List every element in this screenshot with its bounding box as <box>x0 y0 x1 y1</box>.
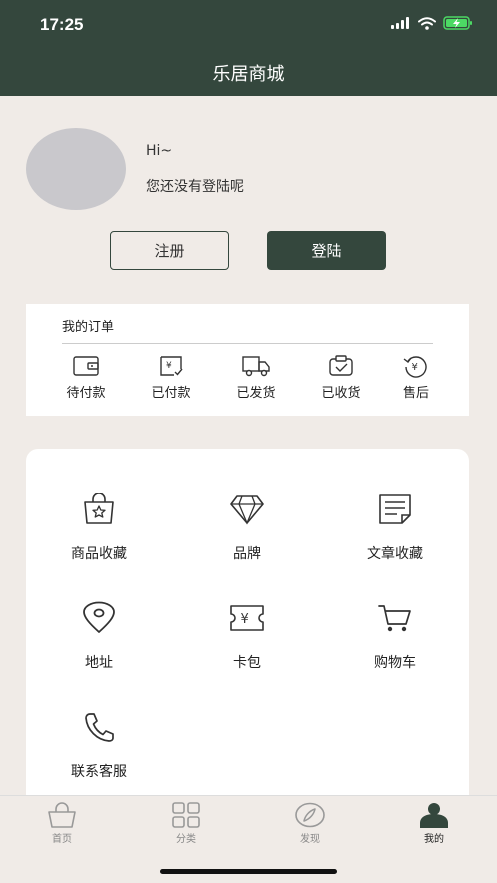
service-label: 购物车 <box>374 655 416 671</box>
status-time: 17:25 <box>40 15 84 34</box>
tab-label: 我的 <box>424 834 444 845</box>
register-button[interactable]: 注册 <box>110 231 229 270</box>
service-label: 品牌 <box>233 546 261 562</box>
discover-compass-icon <box>295 802 325 828</box>
location-icon <box>83 601 115 633</box>
service-product-favorites[interactable]: 商品收藏 <box>39 489 159 563</box>
service-article-favorites[interactable]: 文章收藏 <box>335 489 455 563</box>
service-brands[interactable]: 品牌 <box>187 489 307 563</box>
order-shipped[interactable]: 已发货 <box>221 354 291 401</box>
phone-icon <box>85 713 114 742</box>
order-received[interactable]: 已收货 <box>306 354 376 401</box>
tab-label: 发现 <box>300 834 320 845</box>
service-shopping-cart[interactable]: 购物车 <box>335 598 455 672</box>
article-icon <box>379 494 411 524</box>
wifi-icon <box>418 16 436 30</box>
refund-icon: ¥ <box>403 356 427 378</box>
avatar[interactable] <box>26 128 126 210</box>
order-pending-payment[interactable]: 待付款 <box>51 354 121 401</box>
tab-home[interactable]: 首页 <box>32 802 92 845</box>
orders-title: 我的订单 <box>62 320 115 335</box>
tab-mine[interactable]: 我的 <box>404 802 464 845</box>
diamond-icon <box>230 495 264 525</box>
login-button[interactable]: 登陆 <box>267 231 386 270</box>
order-label: 已付款 <box>151 386 191 401</box>
service-card-wallet[interactable]: ¥ 卡包 <box>187 598 307 672</box>
order-after-sales[interactable]: ¥ 售后 <box>381 354 451 401</box>
order-paid[interactable]: ¥ 已付款 <box>136 354 206 401</box>
services-card: 商品收藏 品牌 文章收藏 地址 ¥ 卡包 购物车 联系客服 <box>26 449 469 809</box>
service-label: 联系客服 <box>71 764 127 780</box>
app-header: 17:25 乐居商城 <box>0 0 497 96</box>
my-orders-card: 我的订单 待付款 ¥ 已付款 已发货 已收货 ¥ 售后 <box>26 304 469 416</box>
service-label: 文章收藏 <box>367 546 423 562</box>
paid-receipt-icon: ¥ <box>160 356 183 376</box>
service-label: 地址 <box>85 655 113 671</box>
service-label: 卡包 <box>233 655 261 671</box>
login-hint-text: 您还没有登陆呢 <box>146 179 244 195</box>
favorite-bag-icon <box>84 493 114 524</box>
truck-icon <box>242 356 270 377</box>
svg-text:¥: ¥ <box>166 361 172 371</box>
order-label: 已发货 <box>236 386 276 401</box>
tab-discover[interactable]: 发现 <box>280 802 340 845</box>
service-address[interactable]: 地址 <box>39 598 159 672</box>
wallet-icon <box>73 356 99 376</box>
tab-category[interactable]: 分类 <box>156 802 216 845</box>
divider <box>62 343 433 344</box>
status-icons <box>391 16 473 30</box>
page-title: 乐居商城 <box>212 64 285 85</box>
cart-icon <box>378 605 411 632</box>
coupon-icon: ¥ <box>230 605 264 631</box>
home-basket-icon <box>48 802 76 828</box>
battery-charging-icon <box>443 16 472 30</box>
service-label: 商品收藏 <box>71 546 127 562</box>
svg-text:¥: ¥ <box>241 612 249 627</box>
tab-label: 分类 <box>176 834 196 845</box>
service-customer-support[interactable]: 联系客服 <box>39 707 159 781</box>
order-label: 待付款 <box>66 386 106 401</box>
greeting-text: Hi~ <box>146 143 173 159</box>
category-grid-icon <box>172 802 200 828</box>
order-label: 已收货 <box>321 386 361 401</box>
received-box-icon <box>329 355 353 376</box>
home-indicator <box>160 869 337 874</box>
profile-icon <box>420 803 448 828</box>
tab-label: 首页 <box>52 834 72 845</box>
signal-icon <box>391 17 409 29</box>
order-label: 售后 <box>402 386 429 401</box>
svg-text:¥: ¥ <box>412 362 418 373</box>
